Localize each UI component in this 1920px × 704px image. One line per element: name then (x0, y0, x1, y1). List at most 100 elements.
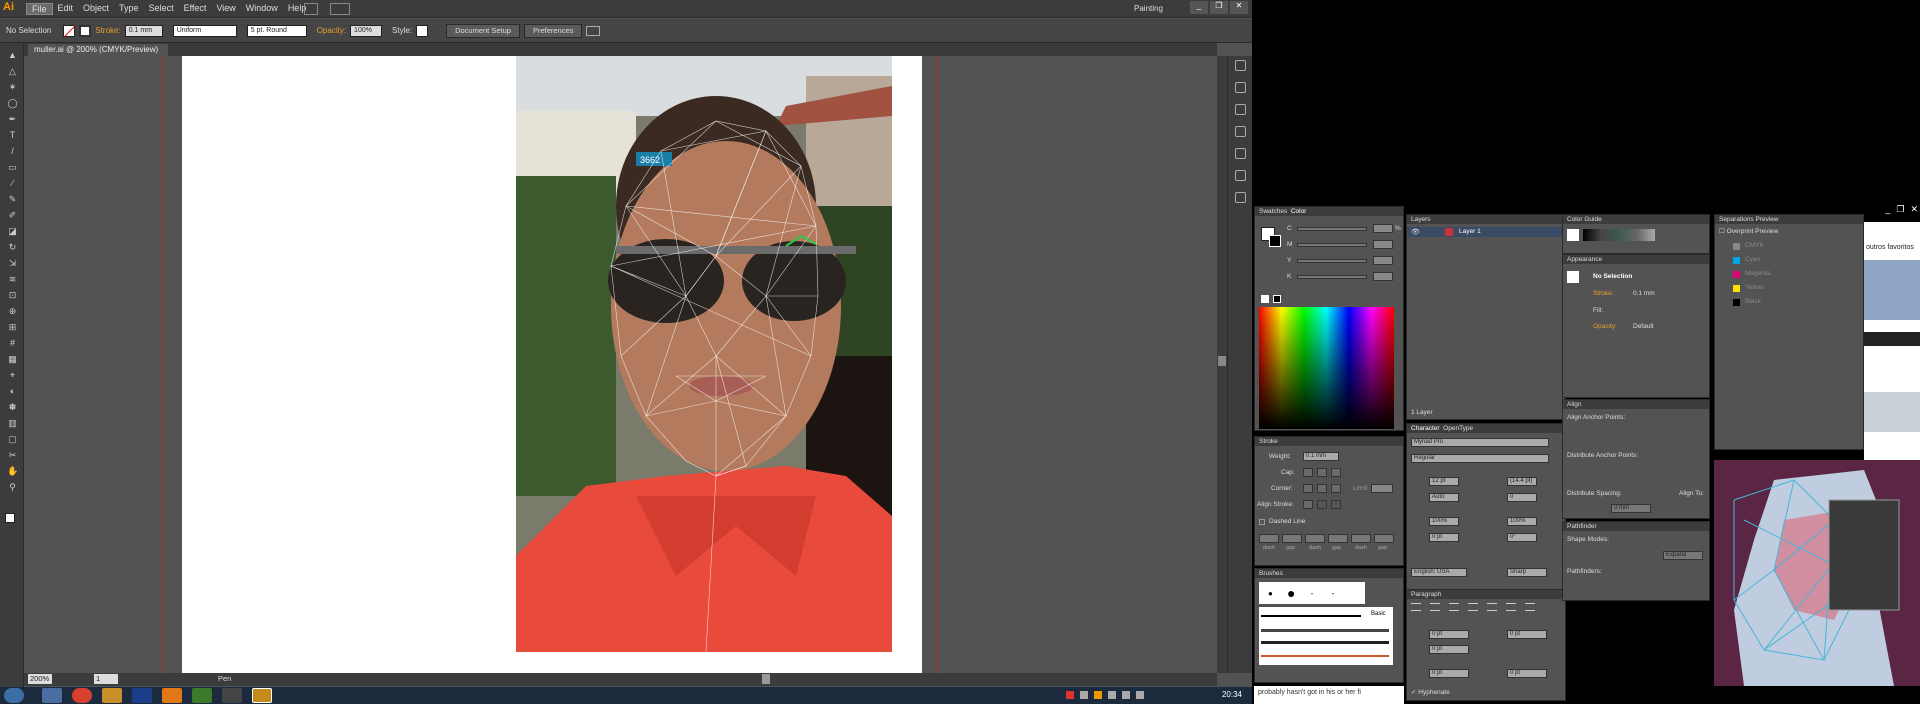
yellow-slider[interactable] (1297, 259, 1367, 263)
cyan-field[interactable] (1373, 224, 1393, 233)
scroll-thumb[interactable] (1218, 356, 1226, 366)
menu-edit[interactable]: Edit (53, 3, 79, 15)
magic-wand-tool-icon[interactable]: ✶ (7, 83, 18, 92)
miter-join-button[interactable] (1303, 484, 1313, 493)
font-size-field[interactable]: 12 pt (1429, 477, 1459, 486)
volume-icon[interactable] (1136, 691, 1144, 699)
appearance-stroke-value[interactable]: 0.1 mm (1633, 290, 1655, 297)
gap-field-3[interactable] (1374, 534, 1394, 543)
black-slider[interactable] (1297, 275, 1367, 279)
right-indent-field[interactable]: 0 pt (1507, 630, 1547, 639)
harmony-colors[interactable] (1583, 229, 1655, 241)
stroke-color-swatch[interactable] (1269, 235, 1281, 247)
free-transform-tool-icon[interactable]: ⊡ (7, 291, 18, 300)
color-icon[interactable] (1235, 60, 1246, 71)
base-color-swatch[interactable] (1567, 229, 1579, 241)
appearance-stroke-label[interactable]: Stroke: (1593, 290, 1614, 297)
gap-field-2[interactable] (1328, 534, 1348, 543)
taskbar-app-icon-2[interactable] (192, 688, 212, 703)
close-icon[interactable]: ✕ (1230, 1, 1248, 14)
info-icon[interactable] (1235, 82, 1246, 93)
graphic-styles-icon[interactable] (1235, 104, 1246, 115)
justify-right-icon[interactable] (1506, 603, 1516, 611)
brush-dot-small-icon[interactable]: ● (1261, 584, 1280, 602)
align-center-button[interactable] (1303, 500, 1313, 509)
justify-icon[interactable] (1468, 603, 1478, 611)
pen-tool-icon[interactable]: ✒ (7, 115, 18, 124)
bookmarks-label[interactable]: outros favoritos (1866, 244, 1914, 251)
align-left-icon[interactable] (1411, 603, 1421, 611)
start-button[interactable] (4, 688, 24, 703)
menu-view[interactable]: View (211, 3, 240, 15)
rectangle-tool-icon[interactable]: ▭ (7, 163, 18, 172)
layers-panel-title[interactable]: Layers (1407, 215, 1565, 224)
brush-dash-icon[interactable]: - (1303, 584, 1322, 602)
cyan-slider[interactable] (1297, 227, 1367, 231)
brush-dash-icon-2[interactable]: - (1323, 584, 1342, 602)
brush-stroke-2[interactable] (1261, 629, 1389, 632)
vertical-scrollbar[interactable] (1217, 56, 1227, 673)
stroke-weight-field[interactable]: 0.1 mm (124, 24, 163, 37)
vertical-scale-field[interactable]: 100% (1429, 517, 1459, 526)
brush-stroke-3[interactable] (1261, 641, 1389, 644)
separations-title[interactable]: Separations Preview (1715, 215, 1863, 224)
font-family-field[interactable]: Myriad Pro (1411, 438, 1549, 447)
hyphenate-checkbox[interactable]: ✓ Hyphenate (1411, 688, 1450, 696)
space-before-field[interactable]: 0 pt (1429, 669, 1469, 678)
none-swatch[interactable] (1261, 295, 1269, 303)
menu-select[interactable]: Select (144, 3, 179, 15)
photoshop-icon[interactable] (132, 688, 152, 703)
menu-file[interactable]: File (26, 3, 53, 15)
tray-icon[interactable] (1094, 691, 1102, 699)
menu-type[interactable]: Type (114, 3, 144, 15)
anti-aliasing-field[interactable]: Sharp (1507, 568, 1547, 577)
blend-tool-icon[interactable]: ◐ (7, 387, 18, 396)
plate-row[interactable]: Cyan (1715, 255, 1863, 267)
bridge-icon[interactable] (304, 3, 318, 15)
stroke-panel-title[interactable]: Stroke (1255, 437, 1403, 446)
opacity-label[interactable]: Opacity: (317, 26, 346, 35)
brushes-panel-title[interactable]: Brushes (1255, 569, 1403, 578)
weight-field[interactable]: 0.1 mm (1303, 452, 1339, 461)
plate-row[interactable]: CMYK (1715, 241, 1863, 253)
align-inside-button[interactable] (1317, 500, 1327, 509)
justify-center-icon[interactable] (1487, 603, 1497, 611)
magenta-field[interactable] (1373, 240, 1393, 249)
shape-builder-tool-icon[interactable]: ⊕ (7, 307, 18, 316)
layer-row[interactable]: 👁 Layer 1 (1407, 227, 1565, 237)
appearance-opacity-label[interactable]: Opacity: (1593, 323, 1617, 330)
rotate-tool-icon[interactable]: ↻ (7, 243, 18, 252)
character-panel-tabs[interactable]: Character OpenType (1407, 424, 1565, 433)
gap-field-1[interactable] (1282, 534, 1302, 543)
zoom-field[interactable]: 200% (28, 674, 52, 684)
eyedropper-tool-icon[interactable]: ⌖ (7, 371, 18, 380)
language-field[interactable]: English: USA (1411, 568, 1467, 577)
artboards-icon[interactable] (1235, 170, 1246, 181)
variable-width-profile[interactable]: Uniform (172, 24, 237, 37)
first-line-indent-field[interactable]: 0 pt (1429, 645, 1469, 654)
artboard[interactable]: 3662 (182, 56, 922, 673)
round-cap-button[interactable] (1317, 468, 1327, 477)
magenta-slider[interactable] (1297, 243, 1367, 247)
links-icon[interactable] (1235, 192, 1246, 203)
style-swatch[interactable] (416, 24, 429, 37)
color-spectrum[interactable] (1259, 307, 1394, 429)
overprint-checkbox[interactable]: ☐ Overprint Preview (1719, 227, 1778, 235)
black-swatch[interactable] (1273, 295, 1281, 303)
layer-name[interactable]: Layer 1 (1459, 228, 1481, 235)
menu-object[interactable]: Object (78, 3, 114, 15)
type-tool-icon[interactable]: T (7, 131, 18, 140)
tray-icon[interactable] (1080, 691, 1088, 699)
eraser-tool-icon[interactable]: ◪ (7, 227, 18, 236)
round-join-button[interactable] (1317, 484, 1327, 493)
minimize-icon[interactable]: _ (1190, 1, 1208, 14)
direct-selection-tool-icon[interactable]: △ (7, 67, 18, 76)
kerning-field[interactable]: Auto (1429, 493, 1459, 502)
appearance-opacity-value[interactable]: Default (1633, 323, 1654, 330)
vlc-icon[interactable] (162, 688, 182, 703)
font-style-field[interactable]: Regular (1411, 454, 1549, 463)
perspective-grid-tool-icon[interactable]: ⊞ (7, 323, 18, 332)
zoom-tool-icon[interactable]: ⚲ (7, 483, 18, 492)
expand-button[interactable]: Expand (1663, 551, 1703, 560)
butt-cap-button[interactable] (1303, 468, 1313, 477)
